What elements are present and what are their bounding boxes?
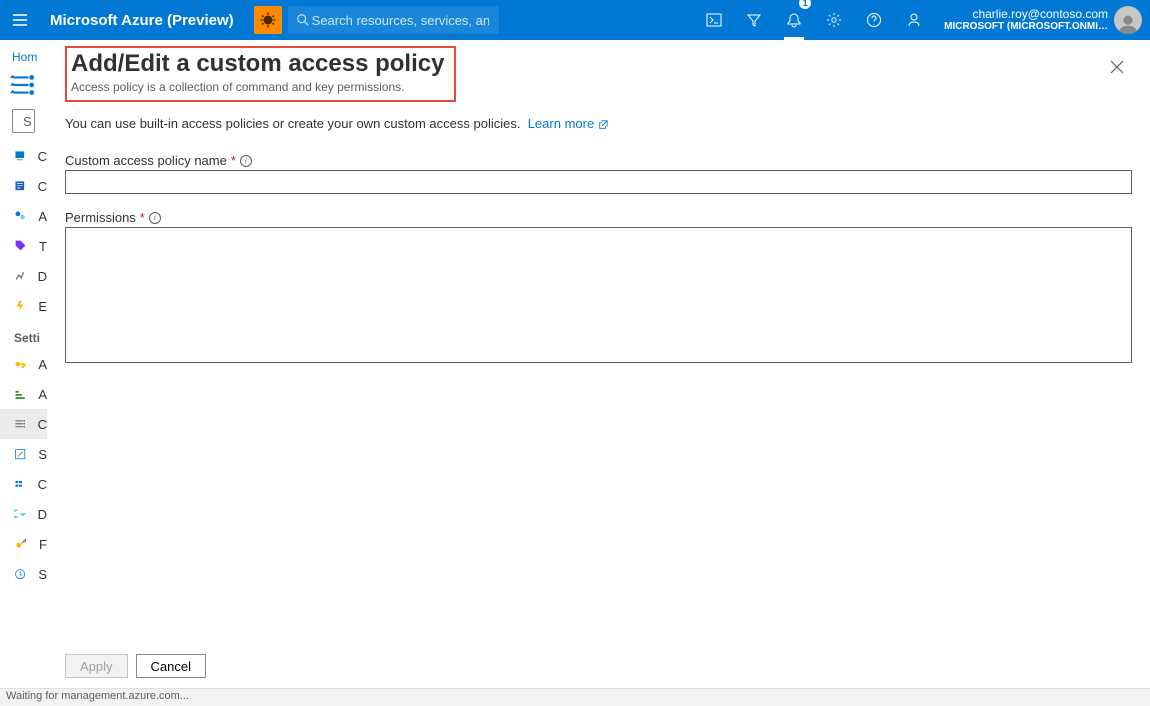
sidebar-item[interactable]: S — [0, 439, 47, 469]
blade-title: Add/Edit a custom access policy — [71, 50, 444, 78]
policy-name-label: Custom access policy name * i — [65, 153, 1132, 168]
sidebar-search-text: S — [23, 114, 32, 129]
blade-panel: Add/Edit a custom access policy Access p… — [47, 40, 1150, 688]
schedule-updates-icon — [14, 566, 26, 582]
diagnose-icon — [14, 268, 26, 284]
directory-filter-icon[interactable] — [734, 0, 774, 40]
hamburger-icon[interactable] — [0, 0, 40, 40]
avatar[interactable] — [1114, 6, 1142, 34]
global-search[interactable] — [288, 6, 499, 34]
resource-icon — [10, 72, 47, 101]
blade-title-highlight: Add/Edit a custom access policy Access p… — [65, 46, 456, 102]
sidebar-item[interactable]: A — [0, 349, 47, 379]
sidebar-item[interactable]: F — [0, 529, 47, 559]
info-icon[interactable]: i — [240, 155, 252, 167]
access-control-icon — [14, 208, 26, 224]
cancel-button[interactable]: Cancel — [136, 654, 206, 678]
cloud-shell-icon[interactable] — [694, 0, 734, 40]
required-star: * — [140, 210, 145, 225]
search-icon — [296, 13, 310, 27]
key-icon — [14, 356, 26, 372]
preview-bug-icon[interactable] — [254, 6, 282, 34]
sidebar-item[interactable]: S — [0, 559, 47, 589]
account-email: charlie.roy@contoso.com — [972, 8, 1108, 21]
settings-gear-icon[interactable] — [814, 0, 854, 40]
sidebar-search[interactable]: S — [12, 109, 35, 133]
sidebar-item[interactable]: D — [0, 261, 47, 291]
info-icon[interactable]: i — [149, 212, 161, 224]
sidebar-item[interactable]: C — [0, 469, 47, 499]
scale-icon — [14, 446, 26, 462]
apply-button[interactable]: Apply — [65, 654, 128, 678]
status-bar: Waiting for management.azure.com... — [0, 688, 1150, 706]
sidebar-item[interactable]: E — [0, 291, 47, 321]
permissions-label: Permissions * i — [65, 210, 1132, 225]
sidebar-item-selected[interactable]: C — [0, 409, 47, 439]
left-sidebar: Hom S C C A T D E Setti A A C S C D F S — [0, 40, 47, 688]
sidebar-item[interactable]: A — [0, 379, 47, 409]
sidebar-section-settings: Setti — [0, 321, 47, 349]
notifications-icon[interactable]: 1 — [774, 0, 814, 40]
authentication-icon — [14, 386, 26, 402]
data-access-config-icon — [14, 416, 26, 432]
breadcrumb[interactable]: Hom — [0, 40, 47, 68]
sidebar-item[interactable]: C — [0, 141, 47, 171]
close-button[interactable] — [1102, 52, 1132, 82]
sidebar-item[interactable]: T — [0, 231, 47, 261]
policy-name-input[interactable] — [65, 170, 1132, 194]
sidebar-item[interactable]: A — [0, 201, 47, 231]
cluster-size-icon — [14, 476, 26, 492]
info-text: You can use built-in access policies or … — [65, 116, 1132, 153]
feedback-icon[interactable] — [894, 0, 934, 40]
data-persistence-icon — [14, 506, 26, 522]
top-bar: Microsoft Azure (Preview) 1 — [0, 0, 1150, 40]
identity-icon — [14, 536, 27, 552]
permissions-input[interactable] — [65, 227, 1132, 363]
notification-badge: 1 — [799, 0, 811, 9]
required-star: * — [231, 153, 236, 168]
account-org: MICROSOFT (MICROSOFT.ONMI… — [944, 21, 1108, 32]
tags-icon — [14, 238, 27, 254]
help-icon[interactable] — [854, 0, 894, 40]
sidebar-item[interactable]: C — [0, 171, 47, 201]
sidebar-item[interactable]: D — [0, 499, 47, 529]
account-block[interactable]: charlie.roy@contoso.com MICROSOFT (MICRO… — [934, 8, 1114, 32]
activity-log-icon — [14, 178, 26, 194]
learn-more-link[interactable]: Learn more — [528, 116, 608, 131]
overview-icon — [14, 148, 26, 164]
events-icon — [14, 298, 26, 314]
brand-title[interactable]: Microsoft Azure (Preview) — [40, 12, 254, 29]
blade-subtitle: Access policy is a collection of command… — [71, 80, 444, 94]
search-input[interactable] — [310, 12, 491, 29]
